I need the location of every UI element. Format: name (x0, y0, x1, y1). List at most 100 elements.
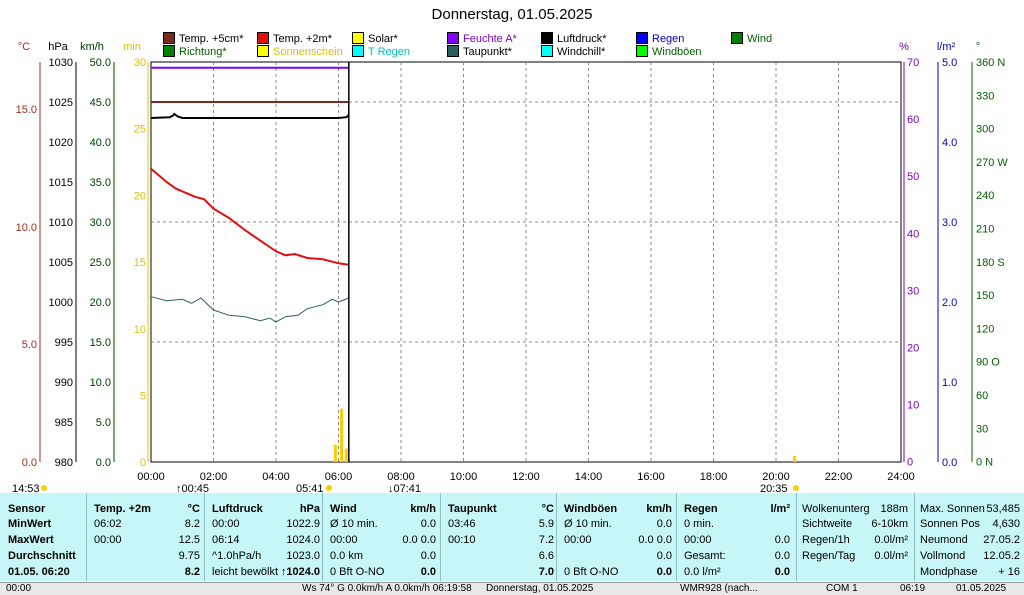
panel-column-divider (676, 493, 677, 581)
cloud-row-value: 0.0l/m² (874, 550, 908, 562)
data-panel: Sensor MinWert MaxWert Durchschnitt 01.05. 0… (0, 493, 1024, 581)
weather-chart: °C hPa km/h min% l/m² °15.010.05.00.010301025… (12, 41, 1008, 494)
avg-label: Durchschnitt (8, 550, 76, 562)
solar-bar (340, 408, 344, 462)
axis-tick-label: 25.0 (90, 257, 111, 269)
time-tick-label: 10:00 (450, 471, 478, 483)
sun-row-value: 27.05.2 (983, 534, 1020, 546)
temp-row-value: 8.2 (184, 566, 200, 578)
axis-tick-label: 30.0 (90, 217, 111, 229)
axis-tick-label: 985 (55, 417, 73, 429)
sun-icon (326, 485, 332, 491)
cloud-row-value: 0.0l/m² (874, 534, 908, 546)
rain-row-value: 0.0 (774, 534, 790, 546)
time-tick-label: 20:00 (762, 471, 790, 483)
solar-bar (333, 444, 337, 462)
axis-tick-label: 20.0 (90, 297, 111, 309)
wind-row-value: 0.0 (420, 550, 436, 562)
time-tick-label: 04:00 (262, 471, 290, 483)
status-bar-field: COM 1 (826, 583, 858, 594)
axis-tick-label: 1025 (49, 97, 73, 109)
axis-tick-label: 20 (907, 343, 919, 355)
temp-unit: °C (187, 503, 200, 515)
dew-row-value: 6.6 (538, 550, 554, 562)
gust-unit: km/h (646, 503, 672, 515)
axis-tick-label: 0.0 (96, 457, 111, 469)
axis-tick-label: 25 (134, 124, 146, 136)
axis-tick-label: 0.0 (942, 457, 957, 469)
axis-tick-label: 45.0 (90, 97, 111, 109)
axis-tick-label: 990 (55, 377, 73, 389)
axis-tick-label: 4.0 (942, 137, 957, 149)
sun-row-value: + 16 (998, 566, 1020, 578)
temp-row-value: 9.75 (178, 550, 200, 562)
pressure-unit: hPa (299, 503, 320, 515)
axis-tick-label: 50.0 (90, 57, 111, 69)
sun-icon (793, 485, 799, 491)
axis-tick-label: 5 (140, 391, 146, 403)
axis-tick-label: 30 (134, 57, 146, 69)
axis-tick-label: 5.0 (942, 57, 957, 69)
axis-tick-label: 10 (907, 400, 919, 412)
sun-row-value: 4,630 (992, 518, 1020, 530)
axis-tick-label: 0 (140, 457, 146, 469)
panel-column-divider (796, 493, 797, 581)
time-tick-label: 14:00 (575, 471, 603, 483)
dew-row-value: 7.2 (538, 534, 554, 546)
wind-row-value: 0.0 (420, 566, 436, 578)
axis-tick-label: 3.0 (942, 217, 957, 229)
rain-unit: l/m² (770, 503, 790, 515)
rain-row-value: 0.0 (774, 550, 790, 562)
time-tick-label: 08:00 (387, 471, 415, 483)
axis-tick-label: 1.0 (942, 377, 957, 389)
wind-row-value: 0.0 (420, 518, 436, 530)
panel-column-divider (322, 493, 323, 581)
status-bar-field: 06:19 (900, 583, 926, 594)
axis-tick-label: 1015 (49, 177, 73, 189)
axis-tick-label: 1020 (49, 137, 73, 149)
rain-row-value: 0.0 (774, 566, 790, 578)
max-label: MaxWert (8, 534, 54, 546)
axis-unit-label: % (899, 41, 909, 53)
dew-row-value: 5.9 (538, 518, 554, 530)
axis-tick-label: 60 (907, 114, 919, 126)
axis-tick-label: 240 (976, 190, 994, 202)
axis-tick-label: 10.0 (90, 377, 111, 389)
time-tick-label: 18:00 (700, 471, 728, 483)
panel-column-divider (914, 493, 915, 581)
axis-tick-label: 0 N (976, 457, 993, 469)
axis-unit-label: km/h (80, 41, 104, 53)
axis-tick-label: 5.0 (96, 417, 111, 429)
temp-row-value: 8.2 (184, 518, 200, 530)
axis-tick-label: 30 (976, 423, 988, 435)
time-tick-label: 06:00 (325, 471, 353, 483)
axis-tick-label: 15.0 (90, 337, 111, 349)
axis-tick-label: 0.0 (22, 457, 37, 469)
status-bar-field: Ws 74° G 0.0km/h A 0.0km/h 06:19:58 (302, 583, 472, 594)
wind-unit: km/h (410, 503, 436, 515)
axis-tick-label: 330 (976, 90, 994, 102)
pressure-row-value: 1024.0 (286, 534, 320, 546)
axis-tick-label: 30 (907, 285, 919, 297)
gust-row-value: 0.0 0.0 (638, 534, 672, 546)
axis-tick-label: 995 (55, 337, 73, 349)
axis-tick-label: 15 (134, 257, 146, 269)
axis-unit-label: °C (18, 41, 30, 53)
axis-tick-label: 980 (55, 457, 73, 469)
status-bar-field: 00:00 (6, 583, 32, 594)
temp-row-value: 12.5 (178, 534, 200, 546)
axis-tick-label: 40.0 (90, 137, 111, 149)
dew-unit: °C (541, 503, 554, 515)
time-tick-label: 24:00 (887, 471, 915, 483)
panel-column-divider (556, 493, 557, 581)
axis-unit-label: l/m² (937, 41, 956, 53)
axis-tick-label: 10.0 (16, 222, 37, 234)
status-bar-field: WMR928 (nach... (680, 583, 758, 594)
time-tick-label: 16:00 (637, 471, 665, 483)
dew-row-value: 7.0 (538, 566, 554, 578)
axis-tick-label: 150 (976, 290, 994, 302)
sun-icon (41, 485, 47, 491)
min-label: MinWert (8, 518, 52, 530)
time-tick-label: 12:00 (512, 471, 540, 483)
panel-column-divider (86, 493, 87, 581)
